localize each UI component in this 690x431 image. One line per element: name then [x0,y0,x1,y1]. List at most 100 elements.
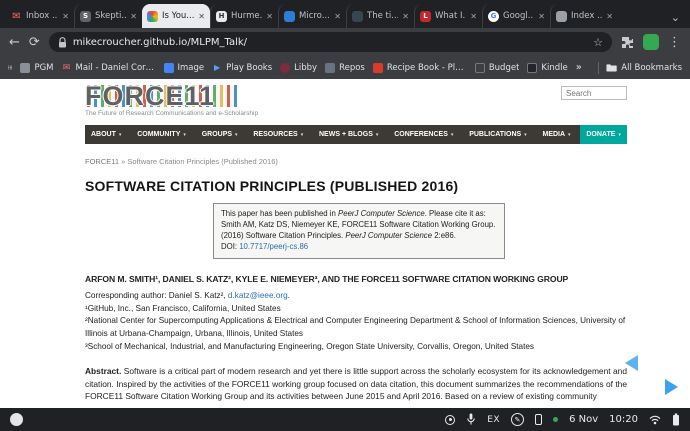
corresponding-text: Corresponding author: Daniel S. Katz², [85,291,228,300]
tab-close-icon[interactable]: ✕ [62,12,69,21]
browser-tab-inbox[interactable]: ✉ Inbox ... ✕ [6,4,74,28]
nav-item-publications[interactable]: PUBLICATIONS ▾ [463,125,533,144]
extensions-puzzle-icon[interactable] [621,36,634,49]
nav-label: NEWS + BLOGS [319,131,373,138]
bookmark-label: PGM [34,63,53,73]
nav-item-news-blogs[interactable]: NEWS + BLOGS ▾ [313,125,384,144]
launcher-button[interactable] [10,413,23,426]
bookmark-favicon-icon [325,63,335,73]
caret-down-icon: ▾ [301,132,304,138]
refresh-icon[interactable]: ⟳ [29,36,40,49]
bookmark-recipe-book[interactable]: Recipe Book - Plan t... [373,63,467,73]
bookmark-play-books[interactable]: ▶ Play Books [212,63,272,73]
tab-title: What I... [435,11,466,21]
nav-item-resources[interactable]: RESOURCES ▾ [247,125,309,144]
journal-name: PeerJ Computer Science [338,209,425,218]
lock-icon [58,37,67,48]
bookmark-pgm[interactable]: PGM [20,63,53,73]
all-bookmarks-button[interactable]: All Bookmarks [606,63,682,73]
shelf-clock: 10:20 [609,414,638,425]
site-favicon-icon: S [80,11,91,22]
nav-item-conferences[interactable]: CONFERENCES ▾ [388,125,459,144]
corresponding-author-line: Corresponding author: Daniel S. Katz², d… [85,291,627,300]
caret-down-icon: ▾ [451,132,454,138]
address-bar[interactable]: mikecroucher.github.io/MLPM_Talk/ ☆ [49,32,612,52]
bookmark-favicon-icon [164,63,174,73]
browser-tab-google[interactable]: G Googl... ✕ [482,4,550,28]
tab-close-icon[interactable]: ✕ [334,12,341,21]
nav-item-about[interactable]: ABOUT ▾ [85,125,127,144]
tab-close-icon[interactable]: ✕ [266,12,273,21]
bookmark-label: Image [178,63,205,73]
slide-next-arrow-icon[interactable] [665,379,678,395]
nav-label: GROUPS [202,131,232,138]
ime-indicator[interactable]: EX [487,415,500,425]
bookmark-libby[interactable]: Libby [280,63,317,73]
site-favicon-icon [284,11,295,22]
nav-item-community[interactable]: COMMUNITY ▾ [131,125,192,144]
caret-down-icon: ▾ [119,132,122,138]
bookmark-budget[interactable]: Budget [475,63,520,73]
tab-close-icon[interactable]: ✕ [470,12,477,21]
doi-link[interactable]: 10.7717/peerj-cs.86 [239,242,308,251]
site-favicon-icon [556,11,567,22]
site-favicon-icon [147,11,158,22]
nav-label: PUBLICATIONS [469,131,521,138]
tab-title: The ti... [367,11,398,21]
profile-avatar[interactable] [643,34,659,50]
status-tray[interactable]: EX ✎ 6 Nov 10:20 [445,413,680,426]
browser-tab-what[interactable]: L What I... ✕ [414,4,482,28]
tab-title: Hurme... [231,11,262,21]
nav-item-donate[interactable]: DONATE ▾ [580,125,627,144]
bookmarks-overflow-chevron-icon[interactable]: » [576,62,582,73]
apps-grid-icon[interactable] [8,62,12,73]
bookmark-label: Budget [489,63,520,73]
bookmark-favicon-icon [280,63,290,73]
nav-item-groups[interactable]: GROUPS ▾ [196,125,244,144]
nav-label: RESOURCES [253,131,297,138]
back-icon[interactable]: ← [9,36,20,49]
journal-name: PeerJ Computer Science [345,231,432,240]
browser-tab-index[interactable]: Index ... ✕ [550,4,618,28]
microphone-icon[interactable] [466,413,476,426]
stylus-tools-icon[interactable]: ✎ [511,413,524,426]
breadcrumb-home-link[interactable]: FORCE11 [85,157,119,166]
logo-text: FORCE11 [85,83,258,109]
force11-logo[interactable]: FORCE11 The Future of Research Communica… [85,83,258,117]
nav-label: CONFERENCES [394,131,448,138]
tab-list-chevron-icon[interactable]: ⌄ [671,11,690,28]
google-favicon-icon: G [488,11,499,22]
bookmark-image[interactable]: Image [164,63,205,73]
browser-tab-theti[interactable]: The ti... ✕ [346,4,414,28]
site-search-input[interactable] [561,86,627,100]
browser-tab-hurme[interactable]: H Hurme... ✕ [210,4,278,28]
tab-title: Index ... [571,11,602,21]
bookmark-label: Mail - Daniel Correia... [76,63,156,73]
site-tagline: The Future of Research Communications an… [85,110,258,117]
browser-tab-active[interactable]: Is You... ✕ [142,4,210,28]
bookmark-star-icon[interactable]: ☆ [593,36,603,49]
slide-prev-arrow-icon[interactable] [625,355,638,371]
screen-capture-icon[interactable] [445,415,455,425]
bookmark-mail[interactable]: ✉ Mail - Daniel Correia... [62,63,156,73]
tab-close-icon[interactable]: ✕ [402,12,409,21]
affiliation-1: ¹GitHub, Inc., San Francisco, California… [85,303,627,316]
nav-item-media[interactable]: MEDIA ▾ [536,125,576,144]
bookmark-repos[interactable]: Repos [325,63,365,73]
site-favicon-icon [352,11,363,22]
menu-kebab-icon[interactable]: ⋮ [668,36,681,49]
bookmark-favicon-icon [475,63,485,73]
authors-line: ARFON M. SMITH¹, DANIEL S. KATZ², KYLE E… [85,274,627,284]
tab-close-icon[interactable]: ✕ [538,12,545,21]
email-link[interactable]: d.katz@ieee.org [228,291,288,300]
phone-hub-icon[interactable] [535,414,542,425]
tab-close-icon[interactable]: ✕ [130,12,137,21]
bookmark-kindle[interactable]: Kindle [527,63,567,73]
tab-close-icon[interactable]: ✕ [198,12,205,21]
browser-tab-micro[interactable]: Micro... ✕ [278,4,346,28]
browser-tab-skeptics[interactable]: S Skepti... ✕ [74,4,142,28]
browser-toolbar: ← ⟳ mikecroucher.github.io/MLPM_Talk/ ☆ … [0,28,690,56]
page-title: SOFTWARE CITATION PRINCIPLES (PUBLISHED … [85,178,627,194]
tab-close-icon[interactable]: ✕ [606,12,613,21]
mail-favicon-icon: ✉ [11,11,22,22]
